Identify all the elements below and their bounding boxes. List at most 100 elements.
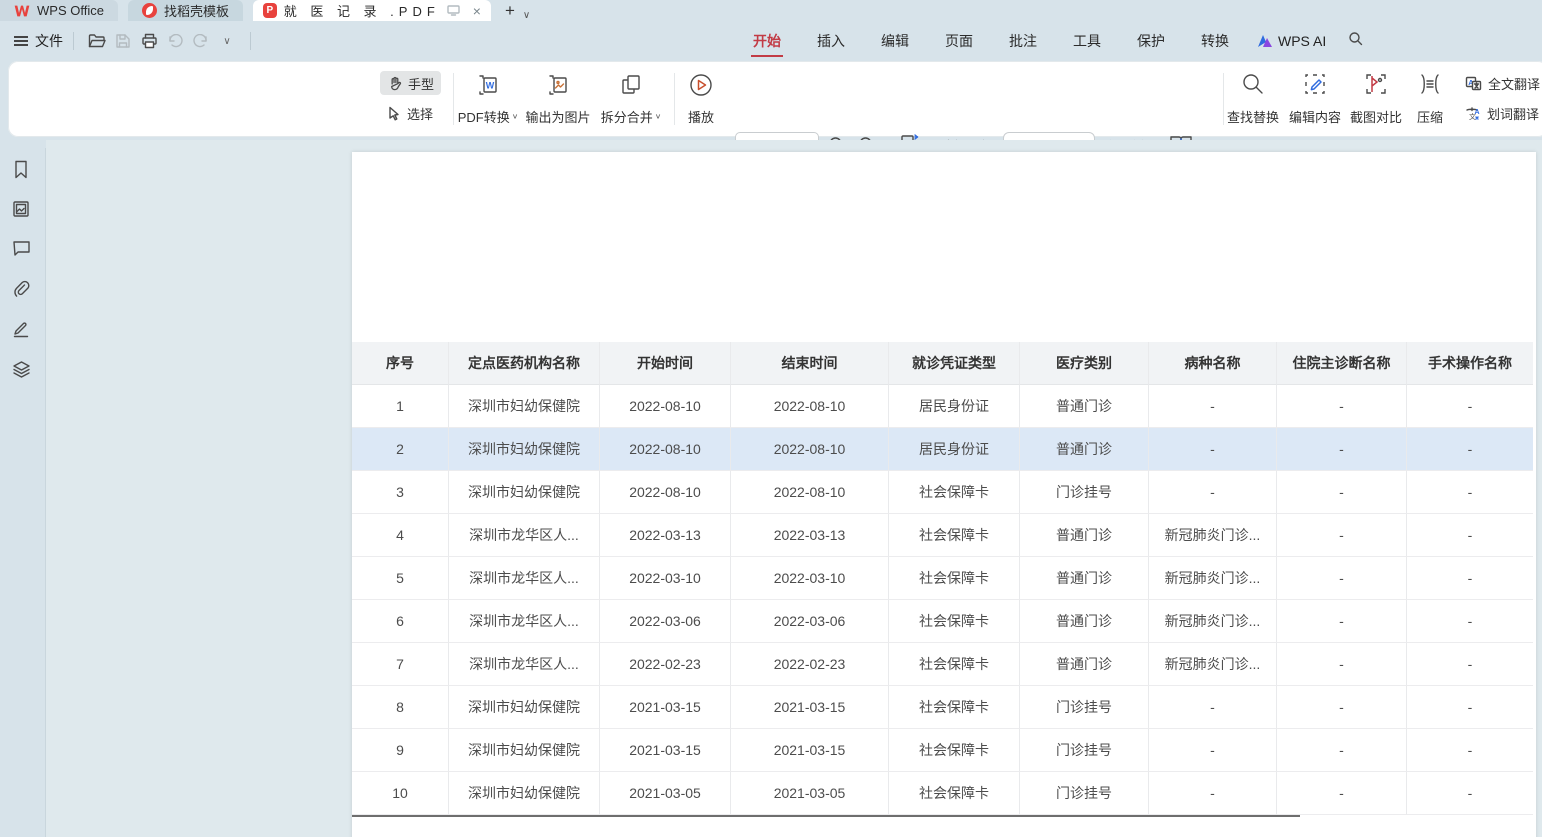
word-translate-label: 划词翻译 [1487,104,1539,123]
menu-item-insert[interactable]: 插入 [799,21,863,61]
table-cell: 4 [352,514,449,557]
table-cell: 门诊挂号 [1020,772,1149,815]
table-cell: - [1277,428,1407,471]
table-cell: - [1407,772,1533,815]
table-cell: 深圳市妇幼保健院 [449,686,600,729]
screenshot-compare-icon [1364,72,1388,96]
full-translate-button[interactable]: A 全文翻译 [1458,71,1542,95]
menu-search-icon[interactable] [1336,31,1375,51]
pdf-file-icon: P [263,3,277,18]
table-cell: - [1277,729,1407,772]
table-cell: 社会保障卡 [889,471,1020,514]
edit-content-button[interactable]: 编辑内容 [1283,70,1347,130]
document-viewport[interactable]: 序号定点医药机构名称开始时间结束时间就诊凭证类型医疗类别病种名称住院主诊断名称手… [46,140,1542,837]
tab-docer-label: 找稻壳模板 [164,1,229,20]
tab-list-chevron-icon[interactable]: ∨ [523,10,530,21]
table-row: 8深圳市妇幼保健院2021-03-152021-03-15社会保障卡门诊挂号--… [352,686,1533,729]
table-cell: 深圳市妇幼保健院 [449,729,600,772]
undo-icon[interactable] [162,28,188,54]
tab-wps-home[interactable]: WPS Office [0,0,118,21]
menu-item-tools[interactable]: 工具 [1055,21,1119,61]
save-icon[interactable] [110,28,136,54]
new-tab-button[interactable]: + [505,1,515,21]
quickbar-chevron-icon[interactable]: ∨ [214,28,240,54]
pdf-convert-label: PDF转换 [458,107,510,126]
table-row: 9深圳市妇幼保健院2021-03-152021-03-15社会保障卡门诊挂号--… [352,729,1533,772]
play-icon [688,72,714,98]
play-button[interactable]: 播放 [668,70,734,130]
bookmark-icon[interactable] [12,160,32,180]
find-replace-button[interactable]: 查找替换 [1220,70,1286,130]
file-menu-label: 文件 [35,31,63,51]
menu-item-home[interactable]: 开始 [735,21,799,61]
menu-item-comment[interactable]: 批注 [991,21,1055,61]
table-cell: 2022-03-06 [731,600,889,643]
menu-item-convert[interactable]: 转换 [1183,21,1247,61]
redo-icon[interactable] [188,28,214,54]
divider [73,32,74,50]
table-cell: - [1277,686,1407,729]
wps-ai-label: WPS AI [1278,33,1326,49]
signature-icon[interactable] [12,320,32,340]
compress-button[interactable]: 压缩 [1404,70,1456,130]
table-header-cell: 定点医药机构名称 [449,342,600,385]
table-bottom-rule [352,815,1300,817]
menu-item-page[interactable]: 页面 [927,21,991,61]
table-cell: 2022-03-06 [600,600,731,643]
table-cell: 2022-08-10 [600,471,731,514]
table-cell: 门诊挂号 [1020,729,1149,772]
table-cell: 7 [352,643,449,686]
table-cell: 深圳市妇幼保健院 [449,772,600,815]
tab-docer[interactable]: 找稻壳模板 [128,0,243,21]
table-cell: 深圳市龙华区人... [449,557,600,600]
table-cell: 2022-08-10 [731,385,889,428]
menu-item-protect[interactable]: 保护 [1119,21,1183,61]
table-cell: 10 [352,772,449,815]
hand-tool-button[interactable]: 手型 [380,71,441,95]
comment-icon[interactable] [12,240,32,260]
tab-close-icon[interactable]: × [473,3,481,19]
thumbnail-icon[interactable] [12,200,32,220]
table-cell: - [1407,643,1533,686]
table-row: 2深圳市妇幼保健院2022-08-102022-08-10居民身份证普通门诊--… [352,428,1533,471]
table-header-cell: 病种名称 [1149,342,1277,385]
table-cell: 新冠肺炎门诊... [1149,514,1277,557]
table-cell: 3 [352,471,449,514]
tab-bar: WPS Office 找稻壳模板 P 就 医 记 录 .PDF × + ∨ [0,0,1542,21]
table-header-cell: 医疗类别 [1020,342,1149,385]
svg-text:W: W [486,81,495,91]
table-cell: 2022-08-10 [731,428,889,471]
export-image-button[interactable]: 输出为图片 [523,70,593,130]
word-translate-button[interactable]: 文 A 划词翻译 ∨ [1458,101,1542,125]
table-cell: - [1407,385,1533,428]
table-cell: 2022-08-10 [600,385,731,428]
screenshot-compare-button[interactable]: 截图对比 [1344,70,1408,130]
print-icon[interactable] [136,28,162,54]
pdf-convert-button[interactable]: W PDF转换∨ [453,70,523,130]
table-cell: 深圳市妇幼保健院 [449,471,600,514]
split-merge-button[interactable]: 拆分合并∨ [596,70,666,130]
table-header-cell: 序号 [352,342,449,385]
table-cell: 2021-03-05 [731,772,889,815]
table-cell: - [1407,686,1533,729]
export-image-label: 输出为图片 [525,107,590,126]
hamburger-icon [14,36,28,46]
open-file-icon[interactable] [84,28,110,54]
table-cell: 新冠肺炎门诊... [1149,600,1277,643]
layers-icon[interactable] [12,360,32,380]
wps-ai-button[interactable]: WPS AI [1247,33,1336,49]
attachment-icon[interactable] [12,280,32,300]
tab-monitor-icon[interactable] [447,5,460,16]
edit-content-icon [1303,72,1327,96]
table-cell: 社会保障卡 [889,729,1020,772]
left-panel-rail [0,140,46,837]
table-cell: 2022-03-10 [731,557,889,600]
file-menu-button[interactable]: 文件 [14,31,63,51]
tab-document-active[interactable]: P 就 医 记 录 .PDF × [253,0,491,21]
table-cell: - [1277,471,1407,514]
table-body: 1深圳市妇幼保健院2022-08-102022-08-10居民身份证普通门诊--… [352,385,1533,815]
select-tool-button[interactable]: 选择 [380,101,440,125]
table-cell: 普通门诊 [1020,643,1149,686]
compress-icon [1418,72,1442,96]
menu-item-edit[interactable]: 编辑 [863,21,927,61]
